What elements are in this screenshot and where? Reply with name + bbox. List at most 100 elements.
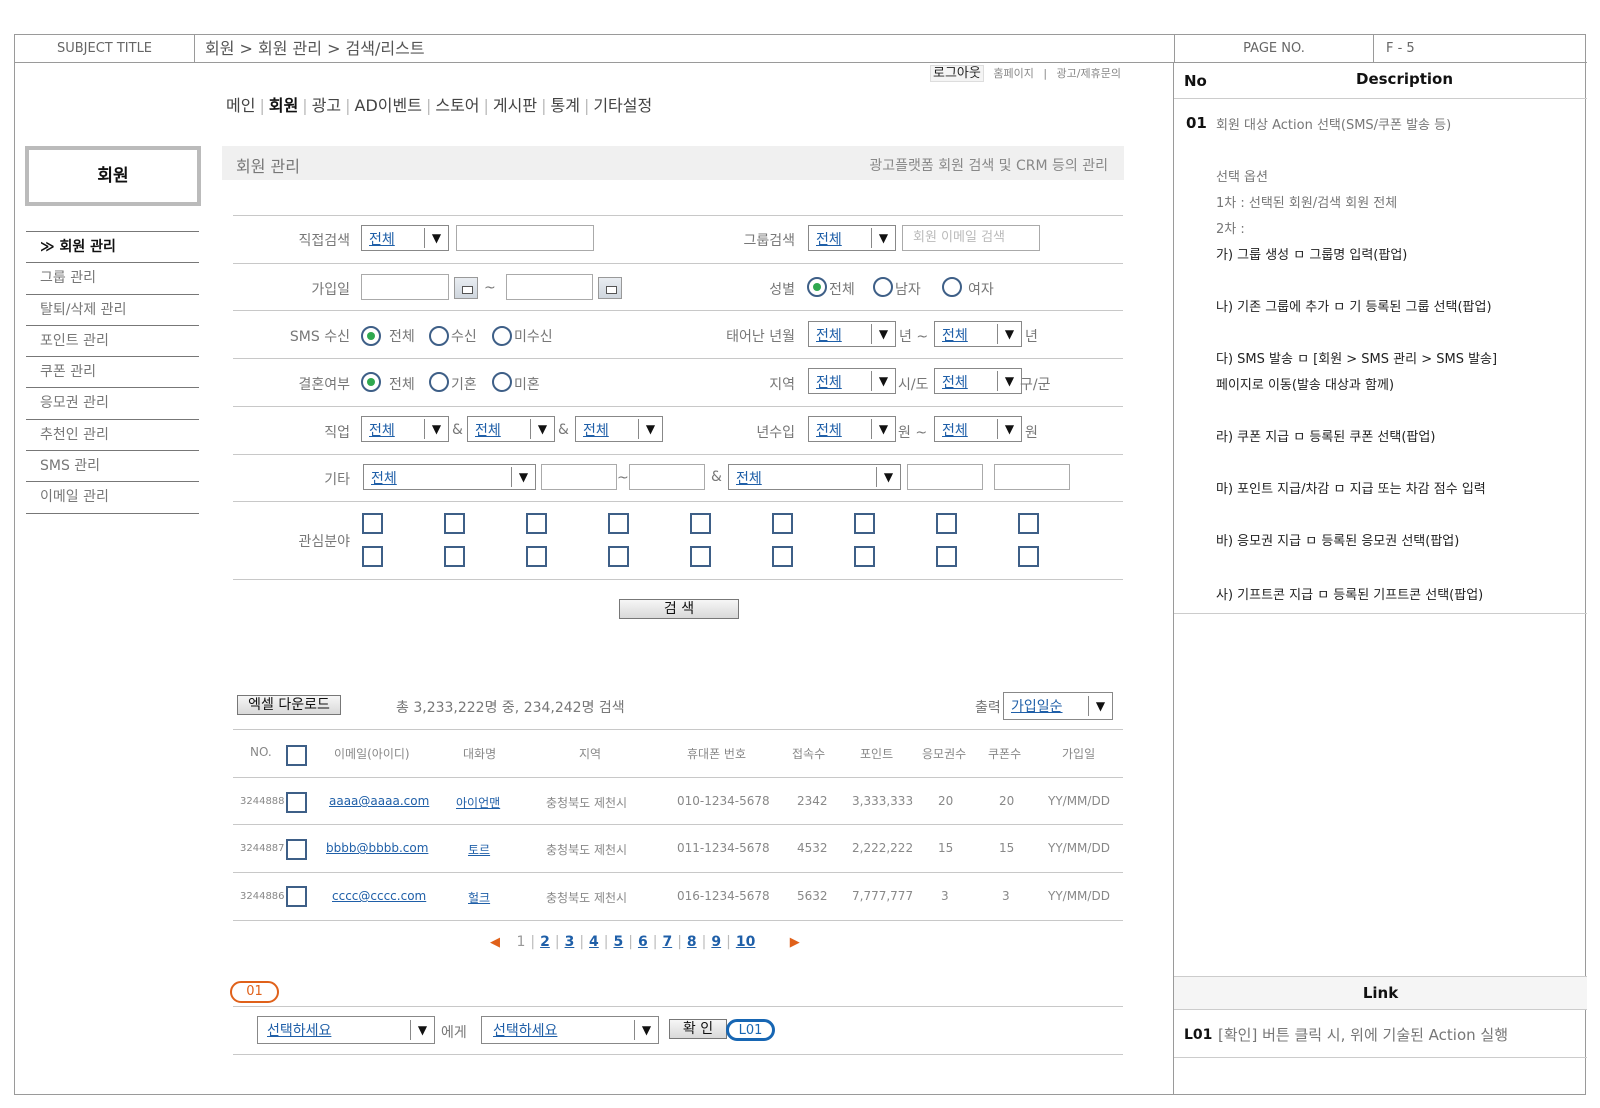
etc-input-4[interactable] bbox=[994, 464, 1070, 490]
row-nickname[interactable]: 헐크 bbox=[468, 889, 490, 906]
select-all-checkbox[interactable] bbox=[286, 745, 307, 766]
nav-item-ad[interactable]: 광고 bbox=[312, 96, 341, 115]
interest-checkbox[interactable] bbox=[444, 546, 465, 567]
sidebar-item-member-manage[interactable]: ≫ 회원 관리 bbox=[26, 232, 199, 264]
etc-input-2[interactable] bbox=[629, 464, 705, 490]
search-button[interactable]: 검 색 bbox=[619, 599, 739, 619]
sidebar-item-ticket[interactable]: 응모권 관리 bbox=[26, 388, 199, 420]
interest-checkbox[interactable] bbox=[608, 513, 629, 534]
sms-all-radio[interactable] bbox=[361, 326, 381, 346]
etc-select-2[interactable]: 전체 ▼ bbox=[728, 464, 901, 490]
interest-checkbox[interactable] bbox=[690, 546, 711, 567]
interest-checkbox[interactable] bbox=[772, 546, 793, 567]
gender-female-radio[interactable] bbox=[942, 277, 962, 297]
nav-item-board[interactable]: 게시판 bbox=[493, 96, 537, 115]
marriage-single-radio[interactable] bbox=[492, 372, 512, 392]
row-nickname[interactable]: 토르 bbox=[468, 841, 490, 858]
etc-select-1[interactable]: 전체 ▼ bbox=[363, 464, 536, 490]
next-page-icon[interactable]: ▶ bbox=[790, 935, 800, 950]
interest-checkbox[interactable] bbox=[936, 513, 957, 534]
sidebar-item-group[interactable]: 그룹 관리 bbox=[26, 263, 199, 295]
direct-search-select[interactable]: 전체 ▼ bbox=[361, 225, 449, 251]
group-email-search-input[interactable]: 회원 이메일 검색 bbox=[902, 225, 1040, 251]
sidebar-item-email[interactable]: 이메일 관리 bbox=[26, 482, 199, 514]
gender-all-radio[interactable] bbox=[807, 277, 827, 297]
group-search-select[interactable]: 전체 ▼ bbox=[808, 225, 896, 251]
page-link[interactable]: 7 bbox=[662, 934, 672, 950]
calendar-icon[interactable] bbox=[454, 277, 478, 299]
home-link[interactable]: 홈페이지 bbox=[993, 67, 1033, 80]
marriage-all-radio[interactable] bbox=[361, 372, 381, 392]
birth-year-end-select[interactable]: 전체 ▼ bbox=[934, 321, 1022, 347]
interest-checkbox[interactable] bbox=[854, 513, 875, 534]
action-target-select[interactable]: 선택하세요 ▼ bbox=[257, 1016, 435, 1044]
interest-checkbox[interactable] bbox=[362, 546, 383, 567]
interest-checkbox[interactable] bbox=[1018, 513, 1039, 534]
interest-checkbox[interactable] bbox=[526, 513, 547, 534]
interest-checkbox[interactable] bbox=[526, 546, 547, 567]
description-line: 바) 응모권 지급 ㅁ 등록된 응모권 선택(팝업) bbox=[1216, 534, 1460, 549]
interest-checkbox[interactable] bbox=[772, 513, 793, 534]
direct-search-input[interactable] bbox=[456, 225, 594, 251]
page-link[interactable]: 2 bbox=[540, 934, 550, 950]
row-tickets: 3 bbox=[941, 889, 949, 903]
sidebar-item-sms[interactable]: SMS 관리 bbox=[26, 451, 199, 483]
page-link[interactable]: 6 bbox=[638, 934, 648, 950]
birth-year-select[interactable]: 전체 ▼ bbox=[808, 321, 896, 347]
row-checkbox[interactable] bbox=[286, 886, 307, 907]
join-date-start-input[interactable] bbox=[361, 274, 449, 300]
job-select-1[interactable]: 전체 ▼ bbox=[361, 416, 449, 442]
etc-input-1[interactable] bbox=[541, 464, 617, 490]
row-email[interactable]: bbbb@bbbb.com bbox=[326, 841, 428, 855]
region-sido-select[interactable]: 전체 ▼ bbox=[808, 368, 896, 394]
sidebar-item-coupon[interactable]: 쿠폰 관리 bbox=[26, 357, 199, 389]
interest-checkbox[interactable] bbox=[444, 513, 465, 534]
interest-checkbox[interactable] bbox=[608, 546, 629, 567]
nav-item-main[interactable]: 메인 bbox=[226, 96, 255, 115]
sidebar-item-withdraw[interactable]: 탈퇴/삭제 관리 bbox=[26, 295, 199, 326]
contact-link[interactable]: 광고/제휴문의 bbox=[1057, 67, 1121, 80]
nav-item-member[interactable]: 회원 bbox=[269, 96, 298, 115]
sms-yes-radio[interactable] bbox=[429, 326, 449, 346]
job-select-2[interactable]: 전체 ▼ bbox=[467, 416, 555, 442]
row-checkbox[interactable] bbox=[286, 839, 307, 860]
gender-male-radio[interactable] bbox=[873, 277, 893, 297]
interest-checkbox[interactable] bbox=[1018, 546, 1039, 567]
page-link[interactable]: 5 bbox=[614, 934, 624, 950]
income-min-select[interactable]: 전체 ▼ bbox=[808, 416, 896, 442]
nav-item-ad-event[interactable]: AD이벤트 bbox=[355, 96, 422, 115]
interest-checkbox[interactable] bbox=[690, 513, 711, 534]
marriage-married-radio[interactable] bbox=[429, 372, 449, 392]
page-link[interactable]: 10 bbox=[736, 934, 755, 950]
nav-item-settings[interactable]: 기타설정 bbox=[593, 96, 652, 115]
nav-item-store[interactable]: 스토어 bbox=[435, 96, 479, 115]
page-link[interactable]: 8 bbox=[687, 934, 697, 950]
row-email[interactable]: aaaa@aaaa.com bbox=[329, 794, 429, 808]
row-email[interactable]: cccc@cccc.com bbox=[332, 889, 426, 903]
row-nickname[interactable]: 아이언맨 bbox=[456, 794, 500, 811]
interest-checkbox[interactable] bbox=[936, 546, 957, 567]
order-select[interactable]: 가입일순 ▼ bbox=[1003, 692, 1113, 720]
job-select-3[interactable]: 전체 ▼ bbox=[575, 416, 663, 442]
sms-no-radio[interactable] bbox=[492, 326, 512, 346]
logout-link[interactable]: 로그아웃 bbox=[930, 65, 984, 82]
confirm-button[interactable]: 확 인 bbox=[669, 1019, 727, 1039]
page-link[interactable]: 4 bbox=[589, 934, 599, 950]
row-no: 3244887 bbox=[240, 843, 285, 854]
interest-checkbox[interactable] bbox=[362, 513, 383, 534]
page-link[interactable]: 3 bbox=[565, 934, 575, 950]
interest-checkbox[interactable] bbox=[854, 546, 875, 567]
income-max-select[interactable]: 전체 ▼ bbox=[934, 416, 1022, 442]
row-checkbox[interactable] bbox=[286, 792, 307, 813]
prev-page-icon[interactable]: ◀ bbox=[490, 935, 500, 950]
excel-download-button[interactable]: 엑셀 다운로드 bbox=[237, 695, 341, 715]
join-date-end-input[interactable] bbox=[506, 274, 593, 300]
etc-input-3[interactable] bbox=[907, 464, 983, 490]
sidebar-item-point[interactable]: 포인트 관리 bbox=[26, 326, 199, 358]
nav-item-stats[interactable]: 통계 bbox=[550, 96, 579, 115]
region-gugun-select[interactable]: 전체 ▼ bbox=[934, 368, 1022, 394]
action-type-select[interactable]: 선택하세요 ▼ bbox=[481, 1016, 659, 1044]
page-link[interactable]: 9 bbox=[711, 934, 721, 950]
sidebar-item-referrer[interactable]: 추천인 관리 bbox=[26, 420, 199, 452]
calendar-icon[interactable] bbox=[598, 277, 622, 299]
